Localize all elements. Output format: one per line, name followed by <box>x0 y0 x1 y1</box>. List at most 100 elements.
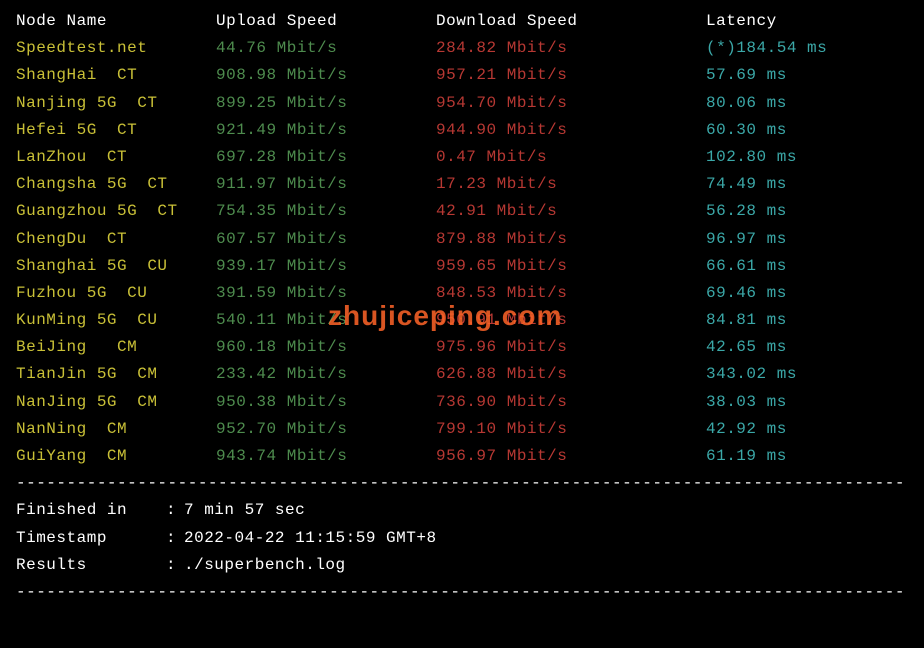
upload-speed: 540.11 Mbit/s <box>216 307 436 334</box>
table-row: Speedtest.net44.76 Mbit/s284.82 Mbit/s(*… <box>16 35 908 62</box>
latency: 84.81 ms <box>706 307 908 334</box>
upload-speed: 911.97 Mbit/s <box>216 171 436 198</box>
footer-finished: Finished in : 7 min 57 sec <box>16 497 908 524</box>
table-row: NanJing 5G CM950.38 Mbit/s736.90 Mbit/s3… <box>16 389 908 416</box>
node-name: ShangHai CT <box>16 62 216 89</box>
table-row: Nanjing 5G CT899.25 Mbit/s954.70 Mbit/s8… <box>16 90 908 117</box>
node-name: LanZhou CT <box>16 144 216 171</box>
upload-speed: 950.38 Mbit/s <box>216 389 436 416</box>
latency: 69.46 ms <box>706 280 908 307</box>
node-name: Speedtest.net <box>16 35 216 62</box>
node-name: Changsha 5G CT <box>16 171 216 198</box>
latency: 80.06 ms <box>706 90 908 117</box>
download-speed: 879.88 Mbit/s <box>436 226 706 253</box>
footer-timestamp-label: Timestamp <box>16 525 166 552</box>
download-speed: 950.91 Mbit/s <box>436 307 706 334</box>
download-speed: 959.65 Mbit/s <box>436 253 706 280</box>
node-name: ChengDu CT <box>16 226 216 253</box>
node-name: Hefei 5G CT <box>16 117 216 144</box>
speedtest-rows: Speedtest.net44.76 Mbit/s284.82 Mbit/s(*… <box>16 35 908 470</box>
download-speed: 0.47 Mbit/s <box>436 144 706 171</box>
upload-speed: 943.74 Mbit/s <box>216 443 436 470</box>
download-speed: 42.91 Mbit/s <box>436 198 706 225</box>
divider-line: ----------------------------------------… <box>16 470 908 497</box>
node-name: NanJing 5G CM <box>16 389 216 416</box>
node-name: NanNing CM <box>16 416 216 443</box>
download-speed: 17.23 Mbit/s <box>436 171 706 198</box>
latency: 74.49 ms <box>706 171 908 198</box>
download-speed: 848.53 Mbit/s <box>436 280 706 307</box>
header-download: Download Speed <box>436 8 706 35</box>
table-row: Hefei 5G CT921.49 Mbit/s944.90 Mbit/s60.… <box>16 117 908 144</box>
upload-speed: 233.42 Mbit/s <box>216 361 436 388</box>
table-row: Fuzhou 5G CU391.59 Mbit/s848.53 Mbit/s69… <box>16 280 908 307</box>
latency: 343.02 ms <box>706 361 908 388</box>
footer-finished-label: Finished in <box>16 497 166 524</box>
latency: 57.69 ms <box>706 62 908 89</box>
header-upload: Upload Speed <box>216 8 436 35</box>
latency: 102.80 ms <box>706 144 908 171</box>
node-name: Shanghai 5G CU <box>16 253 216 280</box>
upload-speed: 939.17 Mbit/s <box>216 253 436 280</box>
download-speed: 626.88 Mbit/s <box>436 361 706 388</box>
node-name: Guangzhou 5G CT <box>16 198 216 225</box>
footer-results-value: ./superbench.log <box>184 552 346 579</box>
download-speed: 736.90 Mbit/s <box>436 389 706 416</box>
download-speed: 954.70 Mbit/s <box>436 90 706 117</box>
latency: 60.30 ms <box>706 117 908 144</box>
node-name: KunMing 5G CU <box>16 307 216 334</box>
header-latency: Latency <box>706 8 908 35</box>
table-row: TianJin 5G CM233.42 Mbit/s626.88 Mbit/s3… <box>16 361 908 388</box>
table-row: GuiYang CM943.74 Mbit/s956.97 Mbit/s61.1… <box>16 443 908 470</box>
download-speed: 944.90 Mbit/s <box>436 117 706 144</box>
node-name: TianJin 5G CM <box>16 361 216 388</box>
footer-colon: : <box>166 525 184 552</box>
table-row: Changsha 5G CT911.97 Mbit/s17.23 Mbit/s7… <box>16 171 908 198</box>
table-row: Guangzhou 5G CT754.35 Mbit/s42.91 Mbit/s… <box>16 198 908 225</box>
download-speed: 799.10 Mbit/s <box>436 416 706 443</box>
upload-speed: 697.28 Mbit/s <box>216 144 436 171</box>
upload-speed: 952.70 Mbit/s <box>216 416 436 443</box>
node-name: BeiJing CM <box>16 334 216 361</box>
footer-finished-value: 7 min 57 sec <box>184 497 305 524</box>
footer-colon: : <box>166 552 184 579</box>
table-row: ChengDu CT607.57 Mbit/s879.88 Mbit/s96.9… <box>16 226 908 253</box>
latency: 66.61 ms <box>706 253 908 280</box>
footer-results: Results : ./superbench.log <box>16 552 908 579</box>
table-row: NanNing CM952.70 Mbit/s799.10 Mbit/s42.9… <box>16 416 908 443</box>
latency: 96.97 ms <box>706 226 908 253</box>
download-speed: 975.96 Mbit/s <box>436 334 706 361</box>
table-row: KunMing 5G CU540.11 Mbit/s950.91 Mbit/s8… <box>16 307 908 334</box>
upload-speed: 44.76 Mbit/s <box>216 35 436 62</box>
table-row: LanZhou CT697.28 Mbit/s0.47 Mbit/s102.80… <box>16 144 908 171</box>
table-row: ShangHai CT908.98 Mbit/s957.21 Mbit/s57.… <box>16 62 908 89</box>
latency: 42.65 ms <box>706 334 908 361</box>
node-name: Fuzhou 5G CU <box>16 280 216 307</box>
upload-speed: 754.35 Mbit/s <box>216 198 436 225</box>
table-row: Shanghai 5G CU939.17 Mbit/s959.65 Mbit/s… <box>16 253 908 280</box>
download-speed: 956.97 Mbit/s <box>436 443 706 470</box>
node-name: GuiYang CM <box>16 443 216 470</box>
upload-speed: 908.98 Mbit/s <box>216 62 436 89</box>
header-node: Node Name <box>16 8 216 35</box>
latency: 56.28 ms <box>706 198 908 225</box>
footer-colon: : <box>166 497 184 524</box>
upload-speed: 607.57 Mbit/s <box>216 226 436 253</box>
footer-results-label: Results <box>16 552 166 579</box>
upload-speed: 899.25 Mbit/s <box>216 90 436 117</box>
node-name: Nanjing 5G CT <box>16 90 216 117</box>
upload-speed: 921.49 Mbit/s <box>216 117 436 144</box>
table-row: BeiJing CM960.18 Mbit/s975.96 Mbit/s42.6… <box>16 334 908 361</box>
latency: (*)184.54 ms <box>706 35 908 62</box>
download-speed: 957.21 Mbit/s <box>436 62 706 89</box>
latency: 38.03 ms <box>706 389 908 416</box>
latency: 61.19 ms <box>706 443 908 470</box>
footer-timestamp-value: 2022-04-22 11:15:59 GMT+8 <box>184 525 437 552</box>
download-speed: 284.82 Mbit/s <box>436 35 706 62</box>
upload-speed: 960.18 Mbit/s <box>216 334 436 361</box>
divider-line: ----------------------------------------… <box>16 579 908 606</box>
footer-timestamp: Timestamp : 2022-04-22 11:15:59 GMT+8 <box>16 525 908 552</box>
latency: 42.92 ms <box>706 416 908 443</box>
header-row: Node Name Upload Speed Download Speed La… <box>16 8 908 35</box>
upload-speed: 391.59 Mbit/s <box>216 280 436 307</box>
